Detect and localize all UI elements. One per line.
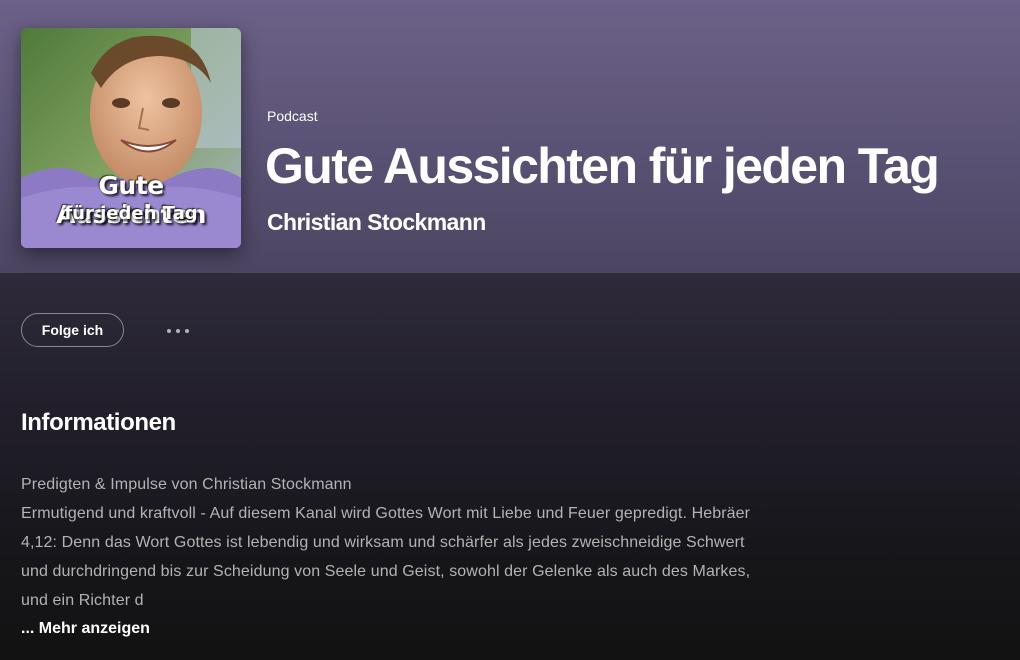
content-type-label: Podcast — [267, 108, 318, 124]
description-line: und ein Richter d — [21, 592, 144, 609]
description-line: Ermutigend und kraftvoll - Auf diesem Ka… — [21, 505, 751, 522]
more-horizontal-icon — [167, 329, 171, 333]
podcast-author[interactable]: Christian Stockmann — [267, 209, 486, 236]
cover-subtitle-text: für jeden Tag — [64, 203, 198, 224]
podcast-cover-image: Gute Aussichten für jeden Tag — [21, 28, 241, 248]
podcast-title: Gute Aussichten für jeden Tag — [265, 138, 940, 194]
more-horizontal-icon — [176, 329, 180, 333]
description-line: und durchdringend bis zur Scheidung von … — [21, 563, 751, 580]
more-horizontal-icon — [185, 329, 189, 333]
more-options-button[interactable] — [158, 318, 198, 344]
show-more-link[interactable]: ... Mehr anzeigen — [21, 620, 150, 638]
description-line: 4,12: Denn das Wort Gottes ist lebendig … — [21, 534, 745, 551]
description-line: Predigten & Impulse von Christian Stockm… — [21, 476, 352, 493]
podcast-description: Predigten & Impulse von Christian Stockm… — [21, 470, 881, 615]
section-heading-info: Informationen — [21, 409, 176, 436]
follow-button[interactable]: Folge ich — [21, 313, 124, 347]
